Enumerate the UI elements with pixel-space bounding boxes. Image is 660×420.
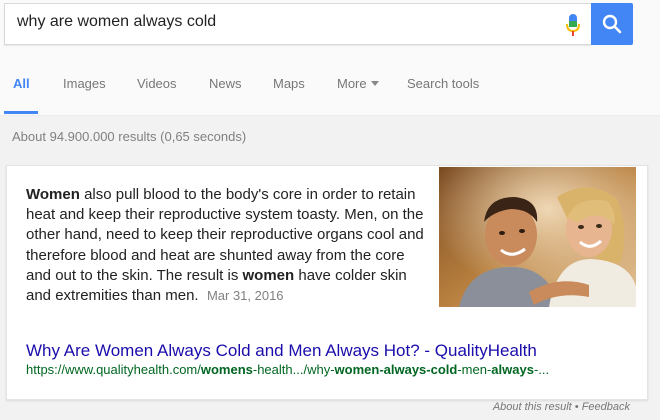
tab-videos[interactable]: Videos <box>137 76 177 91</box>
chevron-down-icon <box>370 81 379 86</box>
search-input[interactable] <box>17 13 547 31</box>
snippet-bold-term: women <box>242 266 295 284</box>
result-footer: About this result • Feedback <box>493 401 630 413</box>
tab-all[interactable]: All <box>13 76 30 91</box>
snippet-text: Women also pull blood to the body's core… <box>26 185 426 306</box>
result-stats: About 94.900.000 results (0,65 seconds) <box>12 129 247 144</box>
url-bold-part: always <box>491 362 534 377</box>
snippet-bold-term: Women <box>26 186 80 203</box>
url-bold-part: women-always-cold <box>334 362 458 377</box>
snippet-photo[interactable] <box>439 167 636 307</box>
tab-news[interactable]: News <box>209 76 242 91</box>
search-header: All Images Videos News Maps More Search … <box>0 0 660 116</box>
result-url: https://www.qualityhealth.com/womens-hea… <box>26 362 549 377</box>
footer-separator: • <box>574 401 579 413</box>
couple-photo-illustration <box>439 167 636 307</box>
search-box[interactable] <box>4 3 591 45</box>
tab-maps[interactable]: Maps <box>273 76 305 91</box>
url-part: -men- <box>457 362 492 377</box>
tab-more-label: More <box>337 76 367 91</box>
about-this-result-link[interactable]: About this result <box>493 401 572 413</box>
url-part: -... <box>533 362 550 377</box>
tab-search-tools[interactable]: Search tools <box>407 76 479 91</box>
search-tabs: All Images Videos News Maps More Search … <box>0 60 660 115</box>
url-part: https://www.qualityhealth.com/ <box>26 362 201 377</box>
search-button[interactable] <box>591 3 633 45</box>
snippet-date: Mar 31, 2016 <box>206 288 284 304</box>
result-title-link[interactable]: Why Are Women Always Cold and Men Always… <box>26 341 537 361</box>
tab-more[interactable]: More <box>337 76 379 91</box>
microphone-icon[interactable] <box>566 13 580 37</box>
url-bold-part: womens <box>200 362 253 377</box>
active-tab-indicator <box>4 111 38 114</box>
tab-images[interactable]: Images <box>63 76 106 91</box>
search-icon <box>602 14 622 34</box>
url-part: -health.../why- <box>252 362 335 377</box>
featured-snippet-card: Women also pull blood to the body's core… <box>6 165 648 400</box>
feedback-link[interactable]: Feedback <box>582 401 630 413</box>
